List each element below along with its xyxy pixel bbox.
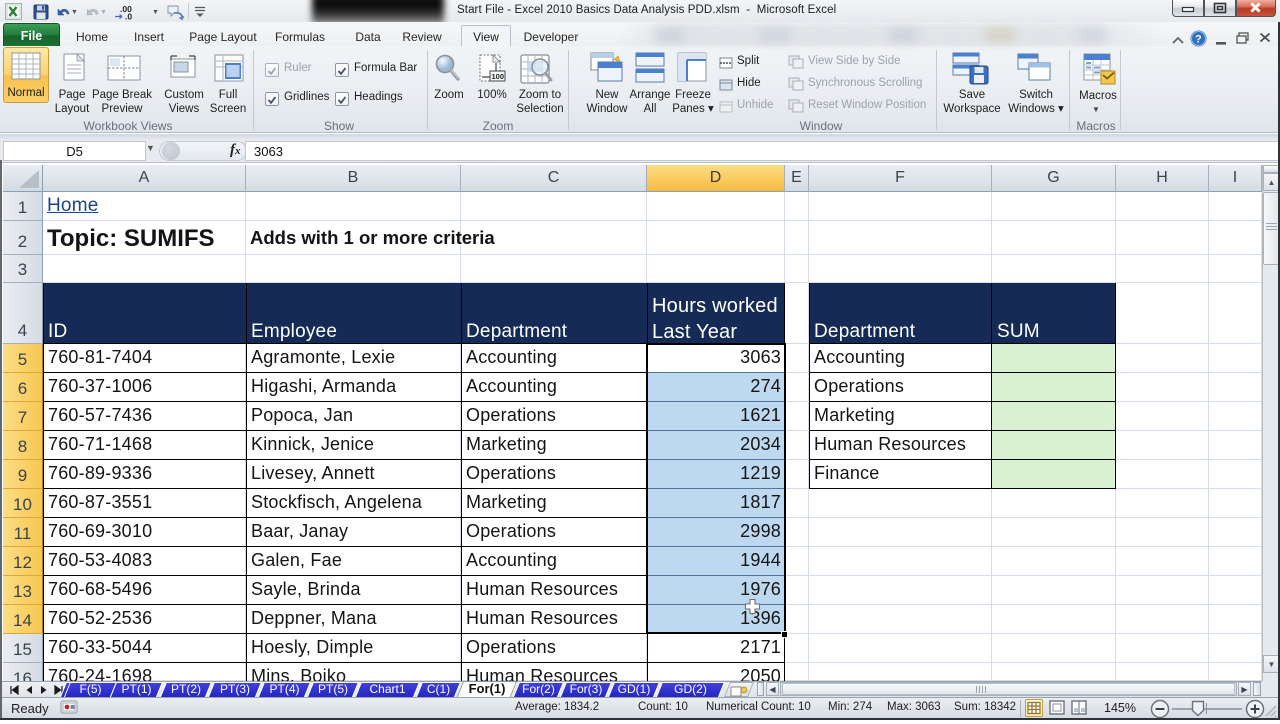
svg-text:100: 100 — [492, 72, 505, 81]
svg-text:?: ? — [1195, 34, 1202, 46]
svg-text:.0: .0 — [125, 12, 132, 21]
